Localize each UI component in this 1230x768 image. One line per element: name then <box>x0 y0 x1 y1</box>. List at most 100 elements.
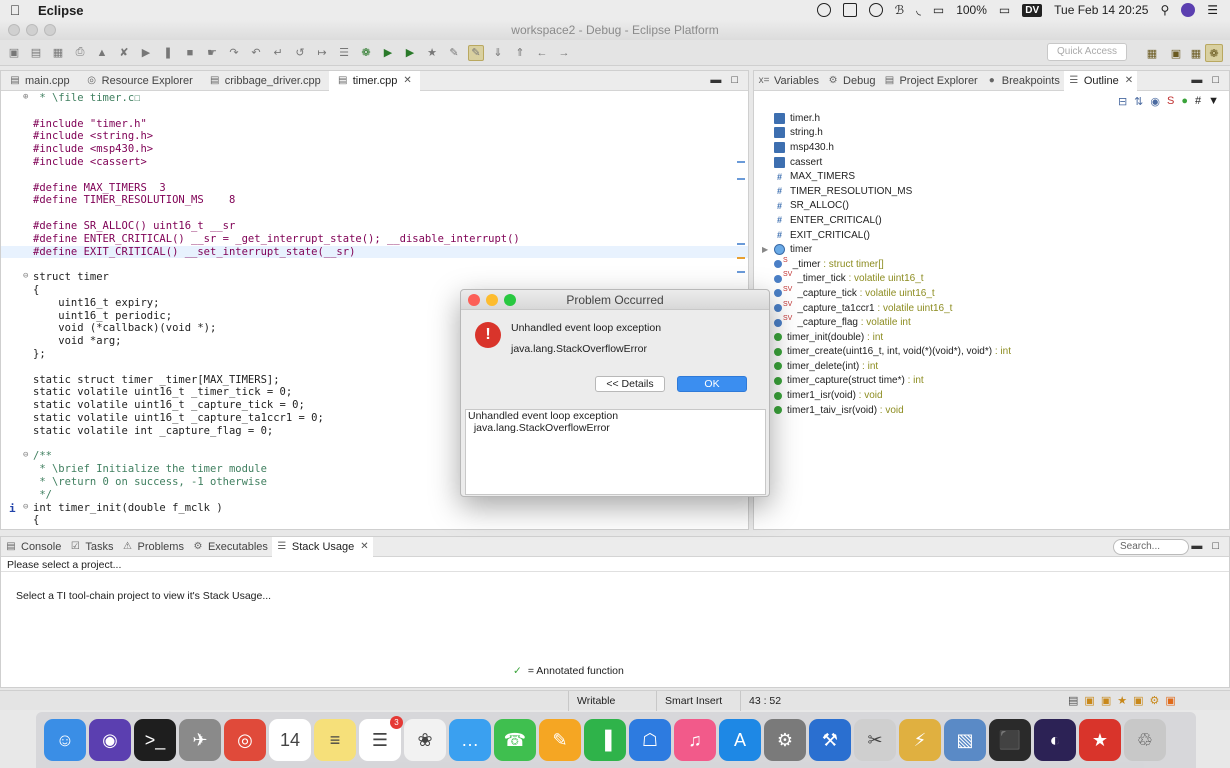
close-tab-icon[interactable]: ✕ <box>403 75 411 86</box>
outline-item[interactable]: timer_capture(struct time*) : int <box>754 374 1229 389</box>
bottom-tab[interactable]: ☰ Stack Usage ✕ <box>271 536 373 557</box>
editor-tab[interactable]: ▤ main.cpp <box>1 71 78 91</box>
minimize-window-button[interactable] <box>26 24 38 36</box>
xcode-icon[interactable]: ⚒ <box>809 719 851 761</box>
new-project-icon[interactable]: ★ <box>424 45 440 61</box>
outline-item[interactable]: SV _capture_ta1ccr1 : volatile uint16_t <box>754 301 1229 316</box>
outline-item[interactable]: ▶ timer <box>754 242 1229 257</box>
minimize-icon[interactable]: ▬ <box>1191 540 1202 552</box>
airplay-icon[interactable]: ▭ <box>933 3 944 17</box>
outline-item[interactable]: timer_create(uint16_t, int, void(*)(void… <box>754 345 1229 360</box>
save-icon[interactable]: ▤ <box>28 45 44 61</box>
dialog-close-button[interactable] <box>468 294 480 306</box>
calendar-icon[interactable]: 14 <box>269 719 311 761</box>
open-type-icon[interactable]: ✎ <box>446 45 462 61</box>
group-includes-icon[interactable]: # <box>1195 95 1201 108</box>
battery-icon[interactable]: ▭ <box>999 3 1010 17</box>
ok-button[interactable]: OK <box>677 376 747 392</box>
chip-icon[interactable]: ⬛ <box>989 719 1031 761</box>
suspend-icon[interactable]: ❚ <box>160 45 176 61</box>
highlight-icon[interactable]: ✎ <box>468 44 484 61</box>
outline-item[interactable]: SV _timer_tick : volatile uint16_t <box>754 271 1229 287</box>
eclipse-icon[interactable]: ◐ <box>1034 719 1076 761</box>
overview-ruler-mark[interactable] <box>737 243 745 245</box>
messages-icon[interactable]: … <box>449 719 491 761</box>
zoom-window-button[interactable] <box>44 24 56 36</box>
perspective-ccs-icon[interactable]: ▣ <box>1167 44 1185 62</box>
trim-tool-6-icon[interactable]: ▣ <box>1165 694 1175 707</box>
step-return-icon[interactable]: ↵ <box>270 45 286 61</box>
close-tab-icon[interactable]: ✕ <box>360 541 368 552</box>
perspective-cdt-icon[interactable]: ▦ <box>1187 44 1205 62</box>
keynote-icon[interactable]: ☖ <box>629 719 671 761</box>
outline-item[interactable]: S _timer : struct timer[] <box>754 257 1229 272</box>
trim-tool-4-icon[interactable]: ▣ <box>1133 694 1143 707</box>
fold-toggle-icon[interactable]: ⊖ <box>23 502 28 512</box>
quick-access-input[interactable]: Quick Access <box>1047 43 1127 61</box>
debug-icon[interactable]: ❁ <box>358 45 374 61</box>
overview-ruler-mark[interactable] <box>737 271 745 273</box>
outline-item[interactable]: cassert <box>754 155 1229 170</box>
outline-item[interactable]: # TIMER_RESOLUTION_MS <box>754 184 1229 199</box>
outline-item[interactable]: timer1_taiv_isr(void) : void <box>754 403 1229 418</box>
resume-icon[interactable]: ▶ <box>138 45 154 61</box>
drive-icon[interactable] <box>842 3 857 17</box>
outline-item[interactable]: timer_delete(int) : int <box>754 359 1229 374</box>
do-not-disturb-icon[interactable] <box>868 3 883 17</box>
reminders-icon[interactable]: ☰ 3 <box>359 716 403 761</box>
photos-icon[interactable]: ❀ <box>404 719 446 761</box>
finder-icon[interactable]: ☺ <box>44 719 86 761</box>
print-icon[interactable]: ⎙ <box>72 45 88 61</box>
sort-icon[interactable]: ⇅ <box>1134 95 1143 108</box>
forward-icon[interactable]: → <box>556 45 572 61</box>
close-tab-icon[interactable]: ✕ <box>1125 75 1133 86</box>
outline-item[interactable]: # ENTER_CRITICAL() <box>754 213 1229 228</box>
filter-icon[interactable]: ☰ <box>336 45 352 61</box>
trash-icon[interactable]: ♲ <box>1124 719 1166 761</box>
step-over-icon[interactable]: ↶ <box>248 45 264 61</box>
trim-tool-3-icon[interactable]: ★ <box>1117 694 1127 707</box>
chrome-icon[interactable]: ◎ <box>224 719 266 761</box>
bottom-tab[interactable]: ⚙ Executables <box>188 537 272 557</box>
details-button[interactable]: << Details <box>595 376 665 392</box>
maximize-icon[interactable]: □ <box>1212 74 1219 86</box>
pages-icon[interactable]: ✎ <box>539 719 581 761</box>
hide-fields-icon[interactable]: ◉ <box>1150 95 1160 108</box>
editor-tab[interactable]: ◎ Resource Explorer <box>78 71 201 91</box>
terminate-icon[interactable]: ■ <box>182 45 198 61</box>
instruction-step-icon[interactable]: ↦ <box>314 45 330 61</box>
overview-ruler-mark[interactable] <box>737 161 745 163</box>
prev-annotation-icon[interactable]: ⇑ <box>512 45 528 61</box>
back-icon[interactable]: ← <box>534 45 550 61</box>
debug-config-icon[interactable]: ✘ <box>116 45 132 61</box>
launchpad-icon[interactable]: ✈ <box>179 719 221 761</box>
facetime-icon[interactable]: ☎ <box>494 719 536 761</box>
run-icon[interactable]: ▶ <box>380 45 396 61</box>
right-tab[interactable]: ☰ Outline ✕ <box>1063 70 1138 91</box>
next-annotation-icon[interactable]: ⇓ <box>490 45 506 61</box>
notes-icon[interactable]: ≡ <box>314 719 356 761</box>
dialog-zoom-button[interactable] <box>504 294 516 306</box>
open-perspective-icon[interactable]: ▦ <box>1143 44 1161 62</box>
minimize-icon[interactable]: ▬ <box>1191 74 1202 86</box>
trim-tool-2-icon[interactable]: ▣ <box>1101 694 1111 707</box>
instruments-icon[interactable]: ✂ <box>854 719 896 761</box>
siri-menu-icon[interactable] <box>1181 3 1196 17</box>
siri-icon[interactable]: ◉ <box>89 719 131 761</box>
fold-toggle-icon[interactable]: ⊕ <box>23 92 28 102</box>
overview-ruler-mark[interactable] <box>737 178 745 180</box>
expand-arrow-icon[interactable]: ▶ <box>762 245 768 254</box>
fold-toggle-icon[interactable]: ⊖ <box>23 271 28 281</box>
right-tab[interactable]: ● Breakpoints <box>982 71 1064 91</box>
right-tab[interactable]: ⚙ Debug <box>823 71 879 91</box>
stack-usage-search-input[interactable]: Search... <box>1113 539 1189 555</box>
bottom-tab[interactable]: ☑ Tasks <box>65 537 117 557</box>
fold-toggle-icon[interactable]: ⊖ <box>23 450 28 460</box>
trim-stack-icon[interactable]: ▤ <box>1068 694 1078 707</box>
outline-item[interactable]: msp430.h <box>754 140 1229 155</box>
minimize-icon[interactable]: ▬ <box>710 74 721 86</box>
outline-item[interactable]: SV _capture_flag : volatile int <box>754 315 1229 330</box>
numbers-icon[interactable]: ▐ <box>584 719 626 761</box>
editor-tab[interactable]: ▤ timer.cpp ✕ <box>328 70 420 91</box>
save-all-icon[interactable]: ▦ <box>50 45 66 61</box>
